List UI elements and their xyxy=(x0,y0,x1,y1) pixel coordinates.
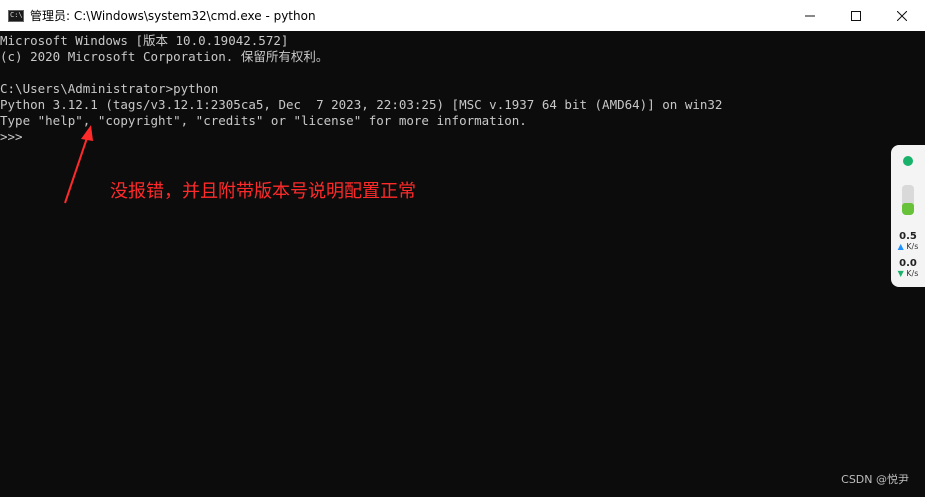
upload-speed: 0.5 ▲ K/s xyxy=(891,231,925,251)
annotation-text: 没报错，并且附带版本号说明配置正常 xyxy=(110,181,416,202)
arrow-down-icon: ▼ xyxy=(897,269,904,278)
console-line: Microsoft Windows [版本 10.0.19042.572] xyxy=(0,33,289,48)
minimize-button[interactable] xyxy=(787,0,833,31)
console-line: Python 3.12.1 (tags/v3.12.1:2305ca5, Dec… xyxy=(0,97,723,112)
console-line: Type "help", "copyright", "credits" or "… xyxy=(0,113,527,128)
console-output[interactable]: Microsoft Windows [版本 10.0.19042.572] (c… xyxy=(0,31,925,497)
network-speed-widget[interactable]: 0.5 ▲ K/s 0.0 ▼ K/s xyxy=(891,145,925,287)
window-controls xyxy=(787,0,925,31)
close-button[interactable] xyxy=(879,0,925,31)
annotation-arrow-icon xyxy=(64,125,93,204)
console-line: (c) 2020 Microsoft Corporation. 保留所有权利。 xyxy=(0,49,329,64)
close-icon xyxy=(897,10,907,21)
csdn-watermark: CSDN @悦尹 xyxy=(841,473,909,486)
cmd-app-icon[interactable]: C:\ xyxy=(8,9,24,22)
usage-gauge-fill xyxy=(902,203,914,215)
upload-speed-value: 0.5 xyxy=(899,231,917,242)
upload-speed-unit: K/s xyxy=(906,242,919,251)
download-speed-value: 0.0 xyxy=(899,258,917,269)
download-speed: 0.0 ▼ K/s xyxy=(891,258,925,278)
console-line: C:\Users\Administrator>python xyxy=(0,81,219,96)
title-bar[interactable]: C:\ 管理员: C:\Windows\system32\cmd.exe - p… xyxy=(0,0,925,31)
download-speed-unit: K/s xyxy=(906,269,919,278)
cmd-window: C:\ 管理员: C:\Windows\system32\cmd.exe - p… xyxy=(0,0,925,497)
usage-gauge xyxy=(902,185,914,215)
maximize-button[interactable] xyxy=(833,0,879,31)
status-dot-icon xyxy=(903,156,913,166)
console-prompt[interactable]: >>> xyxy=(0,129,925,145)
arrow-up-icon: ▲ xyxy=(897,242,904,251)
minimize-icon xyxy=(805,15,815,16)
maximize-icon xyxy=(851,10,861,21)
window-title: 管理员: C:\Windows\system32\cmd.exe - pytho… xyxy=(30,9,316,23)
